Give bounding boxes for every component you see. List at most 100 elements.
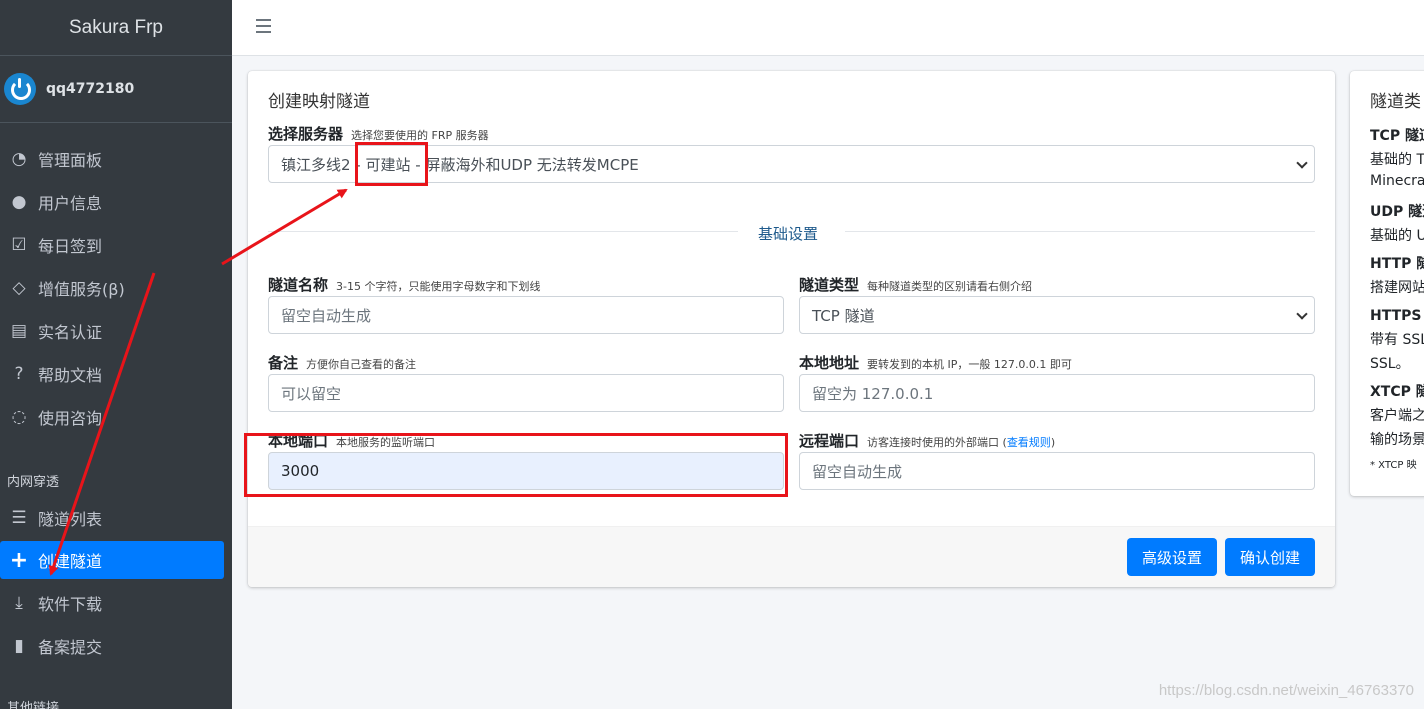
tunnel-name-placeholder: 留空自动生成 (281, 306, 372, 325)
file-upload-icon: ▮ (14, 636, 24, 656)
tunnel-type-heading: UDP 隧道 (1370, 204, 1424, 220)
tunnel-type-desc: 输的场景 (1370, 432, 1424, 448)
advanced-settings-button[interactable]: 高级设置 (1127, 538, 1217, 576)
sidebar-item-consult[interactable]: ◌ 使用咨询 (0, 398, 224, 436)
sidebar-item-tunnel-list[interactable]: ☰ 隧道列表 (0, 499, 224, 537)
tunnel-types-card: 隧道类 TCP 隧道 基础的 T Minecra UDP 隧道 基础的 U HT… (1350, 71, 1424, 496)
sidebar-item-download[interactable]: ⤓ 软件下载 (0, 584, 224, 622)
menu-toggle-icon[interactable] (256, 19, 271, 33)
brand-title[interactable]: Sakura Frp (0, 0, 232, 56)
sidebar-item-label: 实名认证 (38, 323, 103, 342)
user-icon: ● (11, 192, 27, 212)
annotation-box-local-port (244, 433, 788, 497)
tunnel-type-heading: TCP 隧道 (1370, 128, 1424, 144)
question-icon: ? (14, 364, 24, 384)
server-label-row: 选择服务器 选择您要使用的 FRP 服务器 (268, 123, 489, 144)
user-panel[interactable]: qq4772180 (0, 56, 232, 123)
sidebar-item-label: 增值服务(β) (38, 280, 125, 299)
server-hint: 选择您要使用的 FRP 服务器 (351, 129, 489, 142)
local-addr-input[interactable]: 留空为 127.0.0.1 (799, 374, 1315, 412)
sidebar: Sakura Frp qq4772180 ◔ 管理面板 ● 用户信息 ☑ 每日签… (0, 0, 232, 709)
server-select-value: 镇江多线2 - 可建站 - 屏蔽海外和UDP 无法转发MCPE (281, 155, 639, 174)
tunnel-type-desc: 基础的 U (1370, 228, 1424, 244)
tunnel-type-desc: SSL。 (1370, 356, 1410, 372)
tunnel-name-label-row: 隧道名称 3-15 个字符，只能使用字母数字和下划线 (268, 274, 540, 295)
sidebar-item-label: 隧道列表 (38, 510, 103, 529)
chat-icon: ◌ (11, 407, 27, 427)
note-placeholder: 可以留空 (281, 384, 342, 403)
sidebar-item-label: 帮助文档 (38, 366, 103, 385)
tunnel-type-desc: 搭建网站 (1370, 280, 1424, 296)
tunnel-type-heading: XTCP 隧 (1370, 384, 1424, 400)
user-avatar-icon (4, 73, 36, 105)
tunnel-type-heading: HTTPS 隧 (1370, 308, 1424, 324)
sidebar-item-label: 使用咨询 (38, 409, 103, 428)
divider-line (268, 231, 738, 232)
tunnel-type-label: 隧道类型 (799, 276, 860, 294)
note-input[interactable]: 可以留空 (268, 374, 784, 412)
annotation-box-server (355, 142, 428, 186)
nav-section-header: 内网穿透 (7, 475, 60, 490)
sidebar-item-label: 备案提交 (38, 638, 103, 657)
divider-line (845, 231, 1315, 232)
remote-port-label-row: 远程端口 访客连接时使用的外部端口 (查看规则) (799, 430, 1055, 451)
tunnel-type-heading: HTTP 隧 (1370, 256, 1424, 272)
tunnel-type-desc: 客户端之 (1370, 408, 1424, 424)
note-label: 备注 (268, 354, 299, 372)
local-addr-label: 本地地址 (799, 354, 860, 372)
remote-port-label: 远程端口 (799, 432, 860, 450)
sidebar-item-label: 创建隧道 (38, 552, 103, 571)
tunnel-types-title: 隧道类 (1370, 92, 1421, 112)
tunnel-type-desc: Minecra (1370, 173, 1424, 189)
section-divider-label: 基础设置 (758, 225, 819, 243)
tunnel-type-value: TCP 隧道 (812, 306, 875, 325)
tunnel-type-desc: 基础的 T (1370, 152, 1424, 168)
sidebar-item-icp-submit[interactable]: ▮ 备案提交 (0, 627, 224, 665)
chevron-down-icon (1296, 157, 1308, 169)
tunnel-name-label: 隧道名称 (268, 276, 329, 294)
checkbox-icon: ☑ (11, 235, 27, 255)
note-label-row: 备注 方便你自己查看的备注 (268, 352, 416, 373)
remote-port-hint: 访客连接时使用的外部端口 (查看规则) (867, 436, 1056, 449)
sidebar-item-help[interactable]: ? 帮助文档 (0, 355, 224, 393)
tunnel-name-hint: 3-15 个字符，只能使用字母数字和下划线 (336, 280, 541, 293)
local-addr-placeholder: 留空为 127.0.0.1 (812, 384, 934, 403)
sidebar-item-user-info[interactable]: ● 用户信息 (0, 183, 224, 221)
sidebar-item-create-tunnel[interactable]: + 创建隧道 (0, 541, 224, 579)
server-label: 选择服务器 (268, 125, 344, 143)
list-icon: ☰ (11, 508, 27, 528)
dashboard-icon: ◔ (11, 149, 27, 169)
local-addr-hint: 要转发到的本机 IP，一般 127.0.0.1 即可 (867, 358, 1072, 371)
sidebar-item-premium[interactable]: ◇ 增值服务(β) (0, 269, 224, 307)
tunnel-type-select[interactable]: TCP 隧道 (799, 296, 1315, 334)
sidebar-item-checkin[interactable]: ☑ 每日签到 (0, 226, 224, 264)
sidebar-item-label: 用户信息 (38, 194, 103, 213)
tunnel-type-label-row: 隧道类型 每种隧道类型的区别请看右侧介绍 (799, 274, 1032, 295)
watermark: https://blog.csdn.net/weixin_46763370 (1158, 682, 1414, 699)
tunnel-type-footnote: * XTCP 映 (1370, 460, 1417, 471)
card-title: 创建映射隧道 (268, 92, 370, 112)
local-addr-label-row: 本地地址 要转发到的本机 IP，一般 127.0.0.1 即可 (799, 352, 1072, 373)
tunnel-type-hint: 每种隧道类型的区别请看右侧介绍 (867, 280, 1033, 293)
view-rules-link[interactable]: 查看规则 (1007, 436, 1051, 449)
plus-icon: + (9, 547, 29, 573)
top-navbar (232, 0, 1424, 56)
chevron-down-icon (1296, 308, 1308, 320)
remote-port-placeholder: 留空自动生成 (812, 462, 903, 481)
tunnel-name-input[interactable]: 留空自动生成 (268, 296, 784, 334)
tunnel-type-desc: 带有 SSL (1370, 332, 1424, 348)
sidebar-item-label: 管理面板 (38, 151, 103, 170)
gem-icon: ◇ (12, 278, 26, 298)
sidebar-item-label: 软件下载 (38, 595, 103, 614)
sidebar-item-dashboard[interactable]: ◔ 管理面板 (0, 140, 224, 178)
id-card-icon: ▤ (10, 321, 28, 341)
sidebar-item-label: 每日签到 (38, 237, 103, 256)
nav-section-header: 其他链接 (7, 701, 60, 709)
sidebar-item-verification[interactable]: ▤ 实名认证 (0, 312, 224, 350)
card-footer: 高级设置 确认创建 (248, 526, 1335, 587)
note-hint: 方便你自己查看的备注 (306, 358, 417, 371)
username[interactable]: qq4772180 (46, 81, 134, 97)
remote-port-input[interactable]: 留空自动生成 (799, 452, 1315, 490)
confirm-create-button[interactable]: 确认创建 (1225, 538, 1315, 576)
download-icon: ⤓ (15, 593, 23, 613)
